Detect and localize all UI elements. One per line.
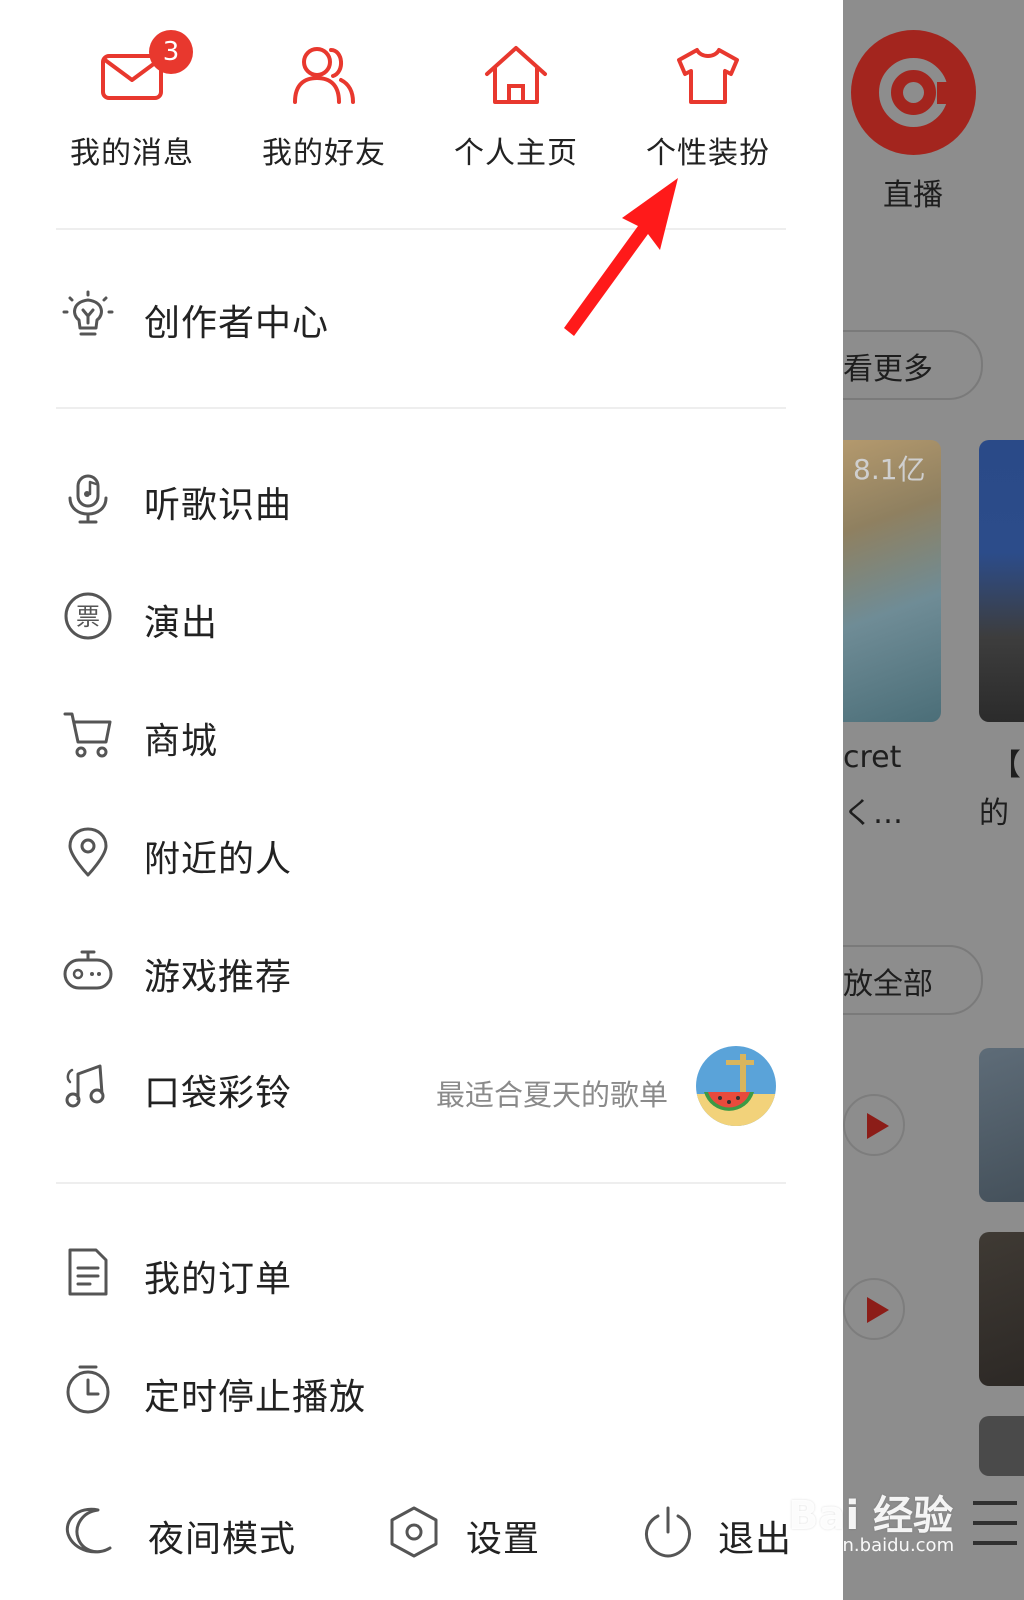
song-cover-2[interactable]	[979, 1232, 1024, 1386]
menu-item-mall[interactable]: 商城	[56, 684, 786, 784]
see-more-label: 看更多	[843, 352, 933, 387]
main-page-overlay[interactable]: 直播 看更多 8.1亿 cret く… 【 的 放全部	[843, 0, 1024, 1600]
menu-item-label: 商城	[144, 721, 219, 762]
menu-item-label: 听歌识曲	[144, 485, 293, 526]
quick-action-label: 个人主页	[454, 136, 578, 171]
menu-item-label: 创作者中心	[144, 303, 330, 344]
drawer-footer: 夜间模式 设置 退出	[0, 1462, 843, 1600]
menu-item-label: 游戏推荐	[144, 957, 293, 998]
tshirt-icon	[677, 48, 739, 104]
playlist-title-1b: く…	[843, 796, 903, 831]
ringtone-note-icon	[65, 1064, 105, 1108]
live-icon	[851, 30, 976, 155]
friends-icon	[293, 47, 355, 104]
play-all-label: 放全部	[843, 967, 933, 1002]
menu-item-shows[interactable]: 票 演出	[56, 566, 786, 666]
cart-icon	[63, 712, 112, 758]
menu-item-label: 演出	[144, 603, 219, 644]
side-drawer: 3 我的消息 我的好友 个人主页 个性装扮 创作者中心 听歌识曲 票 演出 商城…	[0, 0, 843, 1600]
watermark-url: jingyan.baidu.com	[788, 1535, 955, 1556]
divider	[56, 1182, 786, 1184]
settings-button[interactable]: 设置	[386, 1500, 566, 1564]
menu-item-nearby-people[interactable]: 附近的人	[56, 802, 786, 902]
playlist-title-1a: cret	[843, 740, 902, 775]
quick-action-messages[interactable]: 3 我的消息	[47, 30, 217, 172]
menu-item-pocket-ringtone[interactable]: 口袋彩铃 最适合夏天的歌单	[56, 1036, 786, 1136]
document-icon	[68, 1248, 108, 1296]
quick-action-homepage[interactable]: 个人主页	[431, 40, 601, 172]
menu-item-label: 口袋彩铃	[144, 1073, 293, 1114]
play-all-button[interactable]: 放全部	[843, 945, 983, 1015]
settings-hexagon-icon	[390, 1506, 438, 1558]
song-cover-1[interactable]	[979, 1048, 1024, 1202]
microphone-note-icon	[68, 474, 108, 524]
song-cover-3[interactable]	[979, 1416, 1024, 1476]
quick-action-personalize[interactable]: 个性装扮	[623, 40, 793, 172]
settings-label: 设置	[466, 1519, 541, 1560]
watermark-brand: Bai 经验	[788, 1493, 954, 1539]
exit-label: 退出	[718, 1519, 793, 1560]
play-button-2[interactable]	[843, 1278, 905, 1340]
night-mode-label: 夜间模式	[148, 1519, 297, 1560]
moon-icon	[65, 1507, 112, 1554]
menu-item-game-recommend[interactable]: 游戏推荐	[56, 920, 786, 1020]
divider	[56, 407, 786, 409]
menu-item-my-orders[interactable]: 我的订单	[56, 1222, 786, 1322]
baidu-watermark: Bai 经验 jingyan.baidu.com	[788, 1483, 988, 1583]
annotation-arrow	[564, 178, 678, 336]
location-pin-icon	[68, 827, 108, 877]
quick-action-friends[interactable]: 我的好友	[239, 40, 409, 172]
svg-text:票: 票	[76, 603, 100, 631]
playlist-title-2b: 的	[979, 796, 1009, 831]
ticket-icon: 票	[64, 592, 112, 640]
see-more-button[interactable]: 看更多	[843, 330, 983, 400]
menu-item-label: 定时停止播放	[144, 1377, 367, 1418]
playlist-cover-2[interactable]	[979, 440, 1024, 722]
night-mode-button[interactable]: 夜间模式	[60, 1500, 320, 1564]
timer-icon	[66, 1365, 110, 1414]
playlist-title-2a: 【	[991, 748, 1021, 783]
play-count: 8.1亿	[853, 453, 926, 486]
menu-item-song-recognition[interactable]: 听歌识曲	[56, 448, 786, 548]
promo-thumbnail	[696, 1046, 776, 1126]
power-icon	[644, 1506, 692, 1558]
playlist-cover-1[interactable]: 8.1亿	[843, 440, 941, 722]
play-button-1[interactable]	[843, 1094, 905, 1156]
menu-item-sleep-timer[interactable]: 定时停止播放	[56, 1340, 786, 1440]
live-label: 直播	[883, 178, 943, 213]
message-count-badge: 3	[149, 30, 193, 74]
lightbulb-icon	[62, 290, 114, 336]
ringtone-promo-text: 最适合夏天的歌单	[435, 1078, 668, 1112]
quick-action-label: 我的好友	[262, 136, 386, 171]
quick-action-label: 我的消息	[70, 136, 194, 171]
home-icon	[485, 46, 547, 104]
quick-action-label: 个性装扮	[646, 136, 770, 171]
menu-item-label: 我的订单	[144, 1259, 293, 1300]
menu-item-label: 附近的人	[144, 839, 293, 880]
game-controller-icon	[63, 950, 113, 990]
